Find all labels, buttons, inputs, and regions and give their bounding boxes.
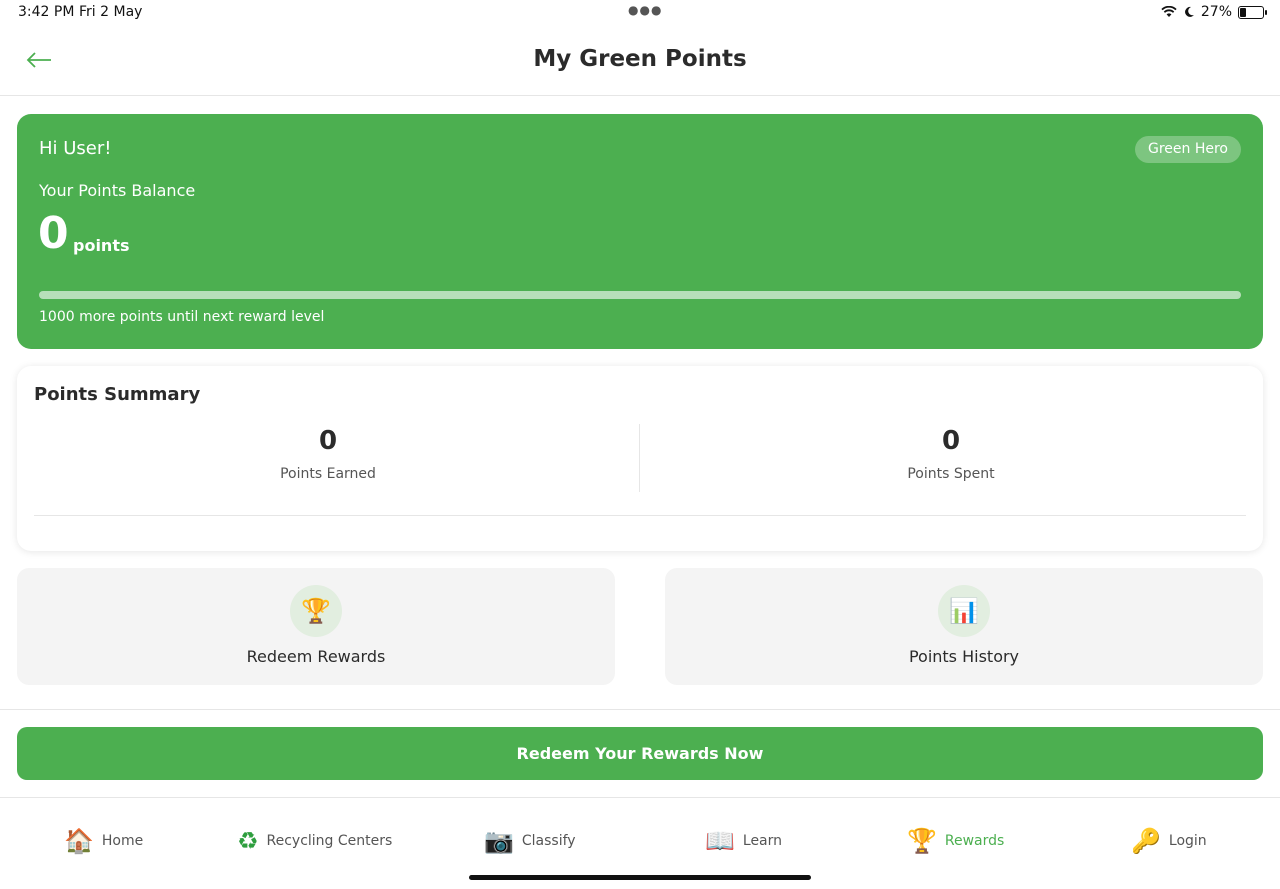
battery-percent: 27% — [1200, 4, 1232, 20]
battery-icon — [1238, 5, 1267, 19]
status-time: 3:42 PM — [18, 4, 75, 20]
nav-item-learn[interactable]: 📖 Learn — [705, 824, 782, 858]
camera-icon: 📷 — [484, 827, 514, 855]
balance-unit: points — [73, 236, 130, 255]
nav-item-home[interactable]: 🏠 Home — [64, 824, 143, 858]
status-indicators: 27% — [1161, 4, 1267, 20]
battery-level — [1240, 7, 1246, 17]
points-earned-value: 0 — [318, 426, 338, 456]
level-badge: Green Hero — [1134, 136, 1241, 163]
points-spent-stat: 0 Points Spent — [651, 426, 1251, 482]
house-icon: 🏠 — [64, 827, 94, 855]
bottom-nav: 🏠 Home ♻ Recycling Centers 📷 Classify 📖 … — [0, 798, 1280, 889]
wifi-icon — [1161, 6, 1177, 17]
points-spent-value: 0 — [941, 426, 961, 456]
page-title: My Green Points — [533, 46, 747, 72]
summary-separator — [34, 515, 1246, 516]
summary-divider — [639, 424, 640, 492]
nav-item-login[interactable]: 🔑 Login — [1131, 824, 1207, 858]
balance-value: 0 — [38, 208, 69, 259]
book-icon: 📖 — [705, 827, 735, 855]
points-summary-card: Points Summary 0 Points Earned 0 Points … — [17, 366, 1263, 551]
app-header: My Green Points — [0, 26, 1280, 96]
redeem-rewards-button[interactable]: 🏆 Redeem Rewards — [17, 568, 615, 685]
redeem-now-button[interactable]: Redeem Your Rewards Now — [17, 727, 1263, 780]
reward-progress-bar — [39, 291, 1241, 299]
nav-label: Classify — [521, 833, 576, 849]
moon-icon — [1184, 6, 1194, 17]
trophy-icon: 🏆 — [907, 827, 937, 855]
bar-chart-icon: 📊 — [938, 585, 990, 637]
summary-title: Points Summary — [34, 384, 201, 405]
home-indicator[interactable] — [469, 875, 811, 880]
recycle-icon: ♻ — [237, 827, 259, 855]
nav-label: Login — [1168, 833, 1207, 849]
points-earned-label: Points Earned — [280, 466, 376, 482]
points-history-label: Points History — [908, 647, 1020, 666]
balance-label: Your Points Balance — [39, 181, 196, 200]
points-spent-label: Points Spent — [907, 466, 995, 482]
nav-label: Recycling Centers — [266, 833, 393, 849]
nav-item-rewards[interactable]: 🏆 Rewards — [907, 824, 1004, 858]
points-earned-stat: 0 Points Earned — [28, 426, 628, 482]
status-bar: 3:42 PM Fri 2 May ●●● 27% — [0, 0, 1280, 26]
points-history-button[interactable]: 📊 Points History — [665, 568, 1263, 685]
nav-label: Rewards — [944, 833, 1005, 849]
multitasking-dots-icon[interactable]: ●●● — [628, 3, 662, 17]
progress-text: 1000 more points until next reward level — [39, 309, 325, 325]
nav-label: Home — [101, 833, 144, 849]
nav-item-recycling-centers[interactable]: ♻ Recycling Centers — [237, 824, 392, 858]
key-icon: 🔑 — [1131, 827, 1161, 855]
nav-label: Learn — [742, 833, 783, 849]
section-divider — [0, 709, 1280, 710]
redeem-rewards-label: Redeem Rewards — [246, 647, 386, 666]
trophy-icon: 🏆 — [290, 585, 342, 637]
nav-item-classify[interactable]: 📷 Classify — [484, 824, 576, 858]
points-balance-card: Hi User! Green Hero Your Points Balance … — [17, 114, 1263, 349]
status-date: Fri 2 May — [79, 4, 143, 20]
greeting-text: Hi User! — [39, 138, 112, 159]
